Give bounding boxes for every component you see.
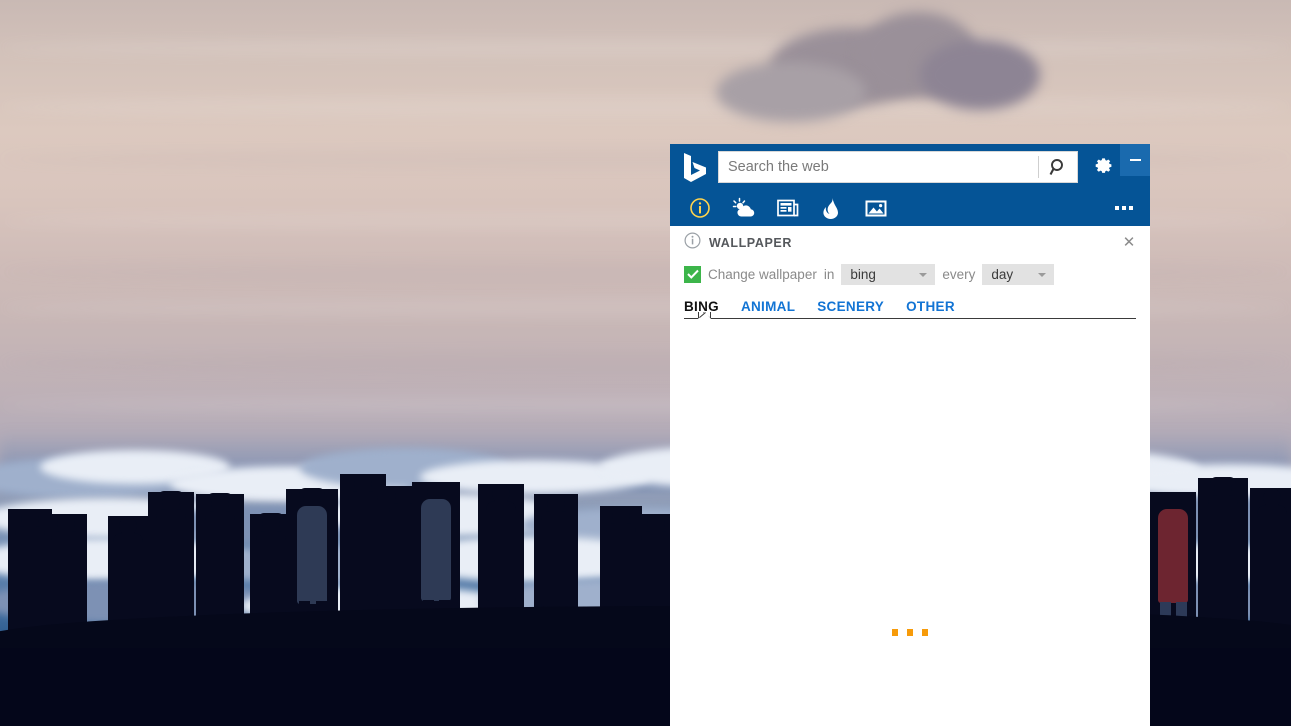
wallpaper-options-row: Change wallpaper in bing every day	[670, 260, 1150, 288]
weather-icon[interactable]	[722, 193, 766, 223]
news-icon[interactable]	[766, 193, 810, 223]
gear-icon[interactable]	[1084, 147, 1122, 187]
tab-other[interactable]: OTHER	[906, 299, 955, 319]
wallpaper-tabs: BING ANIMAL SCENERY OTHER	[670, 288, 1150, 319]
nav-icon-row	[670, 190, 1150, 226]
change-wallpaper-checkbox[interactable]	[684, 265, 701, 283]
in-label: in	[823, 266, 835, 282]
minimize-button[interactable]	[1120, 144, 1150, 176]
panel-title: WALLPAPER	[709, 236, 792, 250]
wallpaper-panel: WALLPAPER ✕ Change wallpaper in bing eve…	[670, 226, 1150, 726]
wallpaper-results-area	[670, 319, 1150, 719]
wallpaper-source-select[interactable]: bing	[841, 263, 936, 285]
info-circle-icon	[684, 232, 701, 254]
images-icon[interactable]	[854, 193, 898, 223]
search-box[interactable]	[718, 151, 1078, 183]
wallpaper-interval-value: day	[991, 266, 1014, 282]
bing-logo-icon[interactable]	[678, 149, 714, 185]
search-input[interactable]	[719, 152, 1038, 182]
change-wallpaper-label: Change wallpaper	[708, 266, 817, 282]
trending-icon[interactable]	[810, 193, 854, 223]
cumulus-cloud	[620, 10, 1040, 130]
checkmark-icon	[686, 269, 699, 279]
minimize-icon	[1129, 159, 1141, 161]
loading-dot	[907, 629, 913, 636]
chevron-down-icon	[1038, 272, 1047, 277]
loading-indicator	[670, 629, 1150, 636]
chevron-down-icon	[919, 272, 928, 277]
wallpaper-interval-select[interactable]: day	[982, 263, 1055, 285]
tab-scenery[interactable]: SCENERY	[817, 299, 884, 319]
loading-dot	[922, 629, 928, 636]
tab-animal[interactable]: ANIMAL	[741, 299, 795, 319]
wallpaper-source-value: bing	[850, 266, 876, 282]
search-row	[670, 144, 1150, 190]
more-ellipsis-icon[interactable]	[1106, 193, 1142, 223]
magnifier-icon[interactable]	[1039, 152, 1077, 182]
active-tab-notch	[698, 312, 711, 319]
close-icon[interactable]: ✕	[1120, 234, 1138, 252]
info-icon[interactable]	[678, 193, 722, 223]
every-label: every	[942, 266, 976, 282]
bing-desktop-bar	[670, 144, 1150, 226]
loading-dot	[892, 629, 898, 636]
panel-header: WALLPAPER ✕	[670, 226, 1150, 260]
